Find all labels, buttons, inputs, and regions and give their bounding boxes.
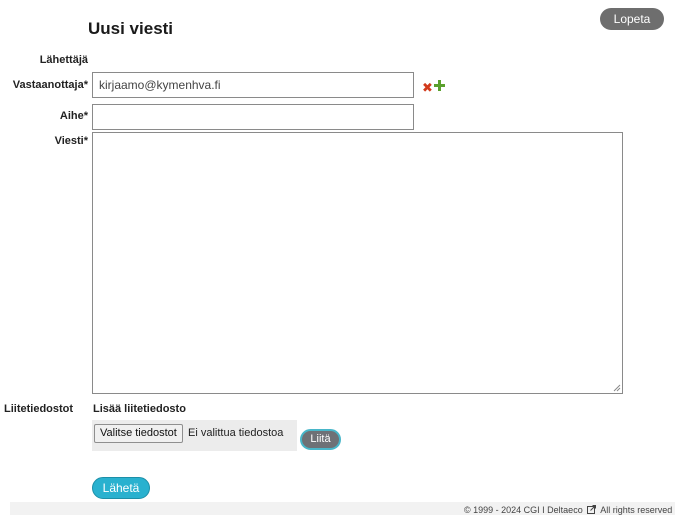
recipient-field[interactable]: kirjaamo@kymenhva.fi — [92, 72, 414, 98]
footer-copyright: © 1999 - 2024 CGI I Deltaeco — [464, 505, 583, 515]
message-label: Viesti* — [54, 135, 88, 147]
send-button[interactable]: Lähetä — [92, 477, 150, 499]
add-attachment-label: Lisää liitetiedosto — [93, 403, 186, 415]
recipient-label: Vastaanottaja* — [12, 79, 88, 91]
attachments-label: Liitetiedostot — [4, 403, 74, 415]
add-icon[interactable] — [433, 78, 445, 96]
resize-grip-icon[interactable] — [613, 384, 621, 392]
external-link-icon[interactable] — [587, 505, 597, 514]
message-textarea[interactable] — [92, 132, 623, 394]
footer-rights: All rights reserved — [600, 505, 673, 515]
footer: © 1999 - 2024 CGI I Deltaeco All rights … — [464, 505, 672, 515]
file-input-area: Valitse tiedostot Ei valittua tiedostoa — [92, 420, 297, 451]
attach-button[interactable]: Liitä — [300, 429, 341, 450]
subject-field[interactable] — [92, 104, 414, 130]
new-message-page: Uusi viesti Lopeta Lähettäjä Vastaanotta… — [0, 0, 675, 515]
file-status-text: Ei valittua tiedostoa — [188, 427, 284, 439]
sender-label: Lähettäjä — [39, 54, 88, 66]
page-title: Uusi viesti — [88, 19, 174, 38]
remove-icon[interactable]: ✖ — [422, 81, 433, 94]
subject-label: Aihe* — [59, 110, 88, 122]
logout-button[interactable]: Lopeta — [600, 8, 664, 30]
choose-files-button[interactable]: Valitse tiedostot — [94, 424, 183, 443]
recipient-actions: ✖ — [422, 78, 445, 96]
